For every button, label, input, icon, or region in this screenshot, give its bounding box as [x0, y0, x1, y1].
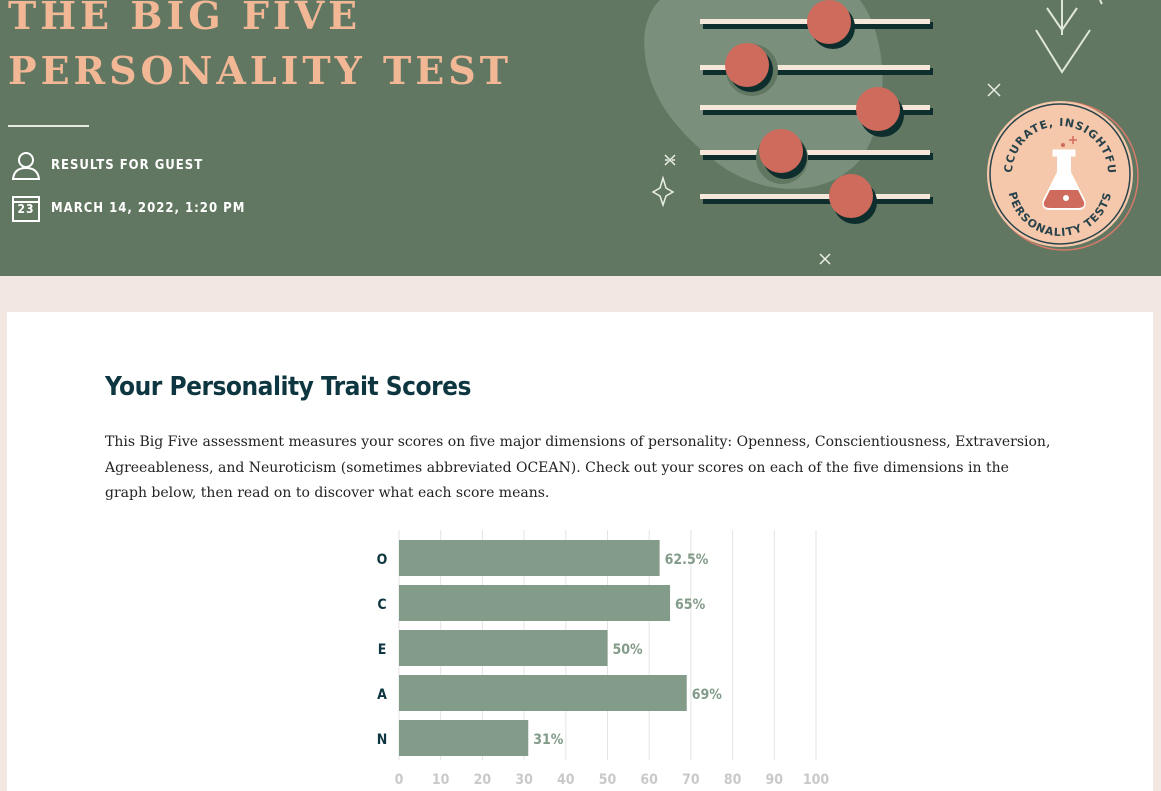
- header-banner: THE BIG FIVE PERSONALITY TEST RESULTS FO…: [0, 0, 1161, 276]
- flask-badge: ACCURATE, INSIGHTFUL PERSONALITY TESTS: [0, 0, 1139, 251]
- section-heading: Your Personality Trait Scores: [105, 372, 471, 402]
- svg-text:ACCURATE, INSIGHTFUL: ACCURATE, INSIGHTFUL: [0, 0, 1118, 175]
- arrow-down-icon: [1035, 0, 1103, 74]
- intro-paragraph: This Big Five assessment measures your s…: [105, 434, 1051, 501]
- results-card: Your Personality Trait Scores This Big F…: [7, 312, 1153, 791]
- header-illustration: ACCURATE, INSIGHTFUL PERSONALITY TESTS: [0, 0, 1139, 265]
- badge-top-text: ACCURATE, INSIGHTFUL: [0, 0, 1117, 175]
